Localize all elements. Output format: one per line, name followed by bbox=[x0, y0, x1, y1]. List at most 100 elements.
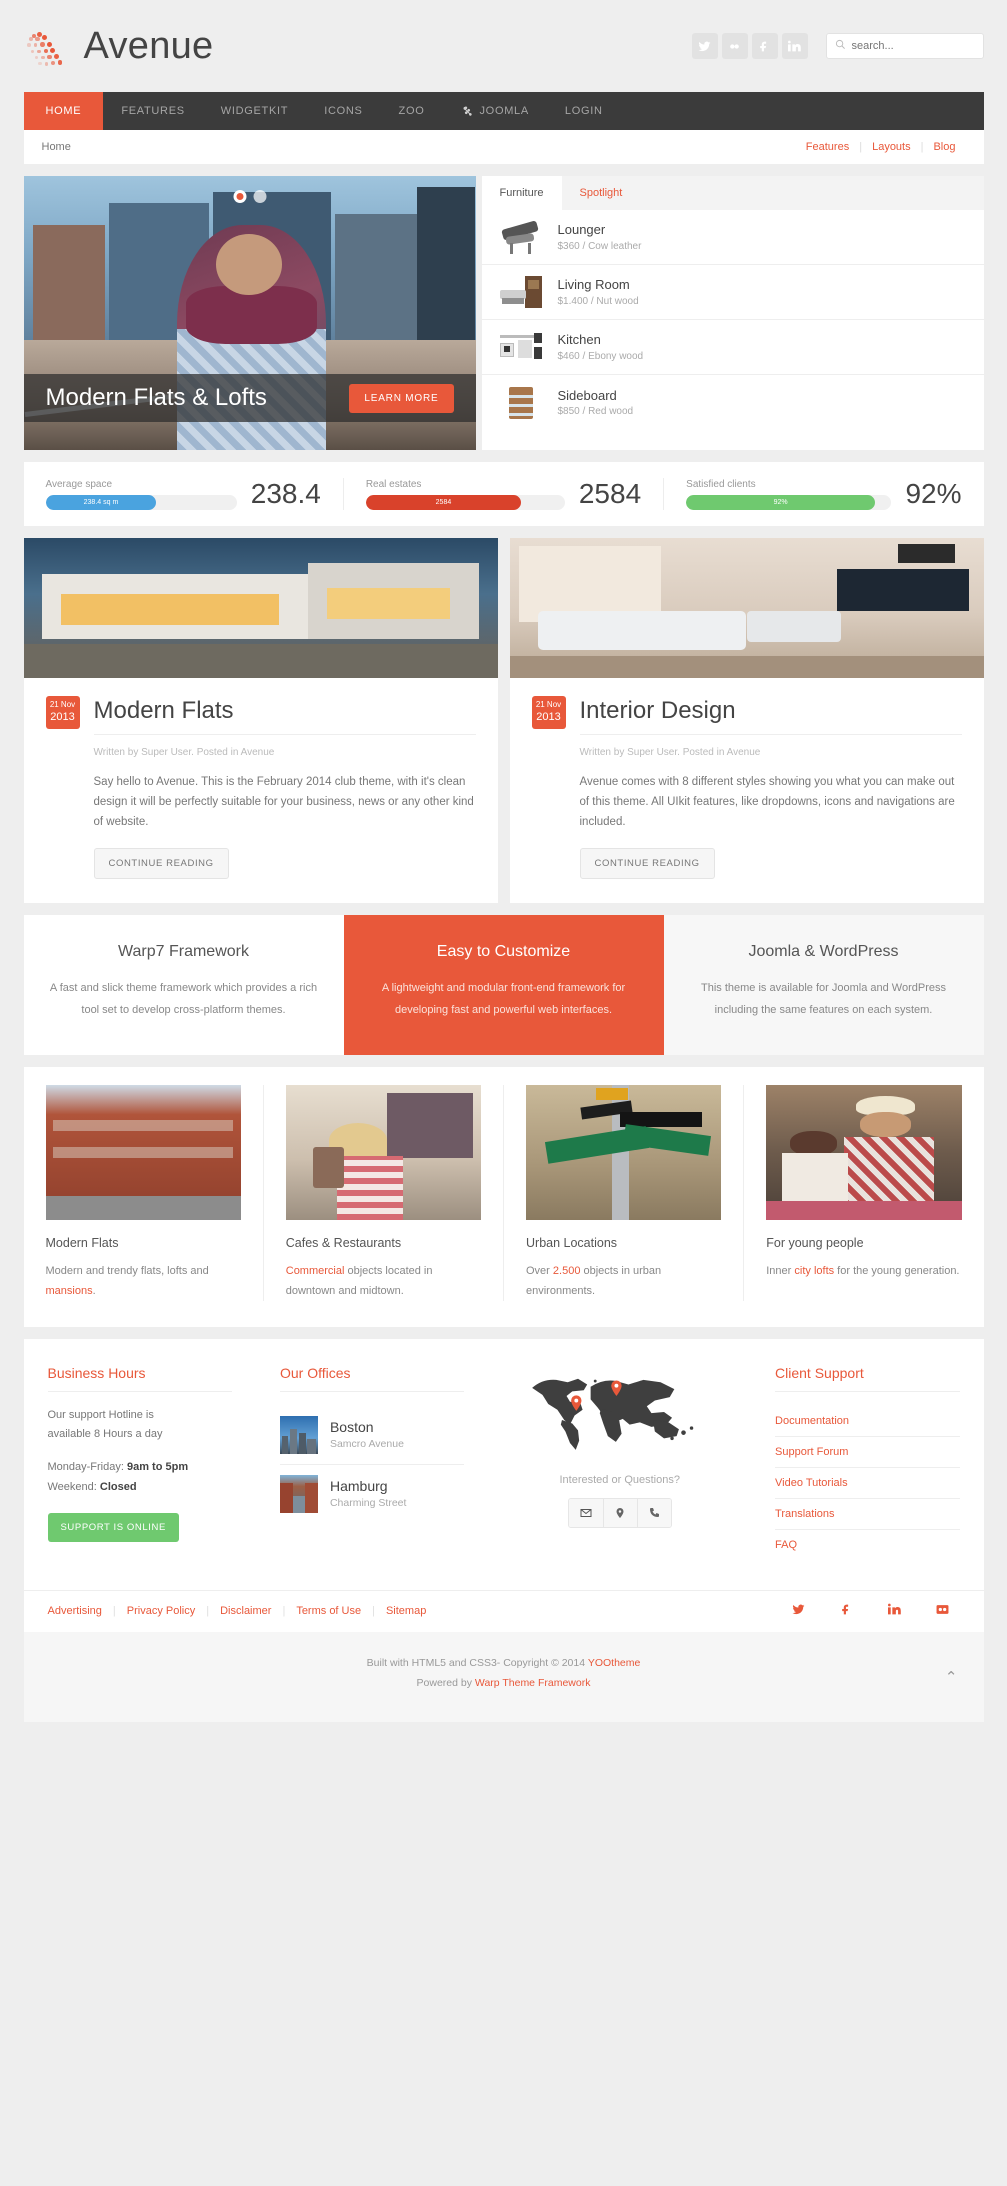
continue-reading-button[interactable]: CONTINUE READING bbox=[93, 848, 229, 880]
office-name: Boston bbox=[329, 1419, 374, 1436]
footer-links-bar: Advertising | Privacy Policy | Disclaime… bbox=[23, 1589, 984, 1632]
articles-row: 21 Nov 2013 Modern Flats Written by Supe… bbox=[23, 538, 984, 904]
location-pin-icon[interactable] bbox=[602, 1498, 637, 1527]
date-year: 2013 bbox=[50, 710, 75, 723]
gallery-image[interactable] bbox=[766, 1085, 962, 1221]
hamburg-thumb bbox=[279, 1474, 318, 1513]
stat-value: 2584 bbox=[578, 478, 642, 509]
scroll-to-top-button[interactable]: ⌃ bbox=[945, 1668, 958, 1686]
footer-client-support: Client Support Documentation Support For… bbox=[751, 1365, 983, 1560]
progress-fill: 238.4 sq m bbox=[45, 494, 157, 510]
brand-logo[interactable]: Avenue bbox=[24, 24, 214, 68]
phone-icon[interactable] bbox=[636, 1498, 671, 1527]
progress-fill: 2584 bbox=[365, 494, 522, 510]
flickr-icon[interactable] bbox=[925, 1603, 960, 1619]
twitter-icon[interactable] bbox=[691, 33, 718, 59]
facebook-icon[interactable] bbox=[751, 33, 778, 59]
article-title[interactable]: Modern Flats bbox=[93, 697, 476, 735]
hero-slider[interactable]: Modern Flats & Lofts LEARN MORE bbox=[23, 176, 476, 450]
nav-item-zoo[interactable]: ZOO bbox=[381, 92, 443, 130]
tab-furniture[interactable]: Furniture bbox=[481, 176, 562, 210]
support-link-faq[interactable]: FAQ bbox=[775, 1530, 959, 1560]
mail-icon[interactable] bbox=[568, 1498, 603, 1527]
article-title[interactable]: Interior Design bbox=[579, 697, 962, 735]
warp-framework-link[interactable]: Warp Theme Framework bbox=[475, 1677, 591, 1689]
search-input[interactable] bbox=[851, 40, 975, 52]
footer-link-privacy-policy[interactable]: Privacy Policy bbox=[116, 1605, 206, 1617]
article-card: 21 Nov 2013 Interior Design Written by S… bbox=[509, 538, 984, 904]
product-tabs: Furniture Spotlight bbox=[481, 176, 984, 210]
yootheme-link[interactable]: YOOtheme bbox=[588, 1657, 641, 1669]
support-link-support-forum[interactable]: Support Forum bbox=[775, 1437, 960, 1468]
progress-bar: 2584 bbox=[365, 494, 565, 510]
article-byline: Written by Super User. Posted in Avenue bbox=[93, 747, 275, 758]
gallery-link[interactable]: mansions bbox=[46, 1285, 93, 1297]
list-item[interactable]: Lounger $360 / Cow leather bbox=[481, 210, 984, 265]
footer-link-terms-of-use[interactable]: Terms of Use bbox=[285, 1605, 372, 1617]
footer-link-disclaimer[interactable]: Disclaimer bbox=[209, 1605, 282, 1617]
nav-item-home[interactable]: HOME bbox=[23, 92, 104, 130]
panel-text: A lightweight and modular front-end fram… bbox=[381, 982, 626, 1017]
continue-reading-button[interactable]: CONTINUE READING bbox=[579, 848, 715, 880]
hero-dot-1[interactable] bbox=[233, 190, 246, 203]
learn-more-button[interactable]: LEARN MORE bbox=[349, 383, 454, 413]
list-item[interactable]: Kitchen $460 / Ebony wood bbox=[481, 320, 984, 375]
footer-offices: Our Offices Boston Samcro Avenue Hamburg… bbox=[256, 1365, 488, 1560]
nav-item-icons[interactable]: ICONS bbox=[306, 92, 380, 130]
progress-fill: 92% bbox=[686, 494, 875, 510]
breadcrumb-link-blog[interactable]: Blog bbox=[923, 141, 965, 153]
copyright-line: Built with HTML5 and CSS3- Copyright © 2… bbox=[366, 1656, 641, 1669]
section-heading: Client Support bbox=[775, 1365, 960, 1392]
article-byline: Written by Super User. Posted in Avenue bbox=[579, 747, 761, 758]
twitter-icon[interactable] bbox=[792, 1603, 816, 1619]
stat-label: Real estates bbox=[365, 478, 422, 490]
support-link-documentation[interactable]: Documentation bbox=[775, 1406, 960, 1437]
feature-panels: Warp7 Framework A fast and slick theme f… bbox=[23, 915, 984, 1056]
kitchen-thumb bbox=[498, 329, 544, 365]
breadcrumb-links: Features | Layouts | Blog bbox=[796, 141, 966, 153]
list-item[interactable]: Hamburg Charming Street bbox=[279, 1463, 465, 1523]
support-link-video-tutorials[interactable]: Video Tutorials bbox=[775, 1468, 960, 1499]
gallery-link[interactable]: city lofts bbox=[794, 1265, 834, 1277]
stat-real-estates: Real estates 2584 2584 bbox=[342, 478, 663, 510]
footer-link-sitemap[interactable]: Sitemap bbox=[375, 1605, 437, 1617]
footer-social bbox=[792, 1603, 960, 1619]
progress-bar: 92% bbox=[686, 494, 892, 510]
footer-link-advertising[interactable]: Advertising bbox=[48, 1605, 113, 1617]
gallery-item-urban: Urban Locations Over 2.500 objects in ur… bbox=[503, 1085, 743, 1301]
gallery-link[interactable]: 2.500 bbox=[553, 1265, 581, 1277]
linkedin-icon[interactable] bbox=[781, 33, 808, 59]
panel-text: This theme is available for Joomla and W… bbox=[701, 982, 946, 1017]
support-online-button[interactable]: SUPPORT IS ONLINE bbox=[47, 1512, 179, 1542]
support-link-translations[interactable]: Translations bbox=[775, 1499, 960, 1530]
tab-spotlight[interactable]: Spotlight bbox=[562, 176, 641, 210]
product-name: Sideboard bbox=[557, 387, 617, 403]
panel-title: Easy to Customize bbox=[436, 943, 571, 961]
search-box[interactable] bbox=[825, 33, 984, 59]
hero-dot-2[interactable] bbox=[253, 190, 266, 203]
product-meta: $360 / Cow leather bbox=[557, 240, 642, 252]
footer-business-hours: Business Hours Our support Hotline is av… bbox=[24, 1365, 256, 1560]
list-item[interactable]: Living Room $1.400 / Nut wood bbox=[481, 265, 984, 320]
product-name: Kitchen bbox=[557, 332, 601, 348]
date-day: 21 Nov bbox=[535, 700, 562, 709]
gallery-image[interactable] bbox=[526, 1085, 722, 1221]
gallery-image[interactable] bbox=[285, 1085, 481, 1221]
product-meta: $850 / Red wood bbox=[557, 406, 634, 418]
nav-item-joomla[interactable]: JOOMLA bbox=[442, 92, 546, 130]
breadcrumb-link-layouts[interactable]: Layouts bbox=[862, 141, 921, 153]
gallery-image[interactable] bbox=[45, 1085, 241, 1221]
linkedin-icon[interactable] bbox=[877, 1603, 912, 1619]
nav-item-login[interactable]: LOGIN bbox=[547, 92, 621, 130]
hero-slider-dots[interactable] bbox=[233, 190, 266, 203]
gallery-item-modern-flats: Modern Flats Modern and trendy flats, lo… bbox=[24, 1085, 263, 1301]
nav-item-widgetkit[interactable]: WIDGETKIT bbox=[203, 92, 306, 130]
facebook-icon[interactable] bbox=[829, 1603, 864, 1619]
list-item[interactable]: Boston Samcro Avenue bbox=[279, 1406, 464, 1464]
list-item[interactable]: Sideboard $850 / Red wood bbox=[482, 375, 984, 430]
breadcrumb-link-features[interactable]: Features bbox=[796, 141, 859, 153]
nav-item-features[interactable]: FEATURES bbox=[103, 92, 202, 130]
gallery-link[interactable]: Commercial bbox=[286, 1265, 345, 1277]
flickr-icon[interactable] bbox=[721, 33, 748, 59]
office-street: Charming Street bbox=[329, 1497, 407, 1510]
